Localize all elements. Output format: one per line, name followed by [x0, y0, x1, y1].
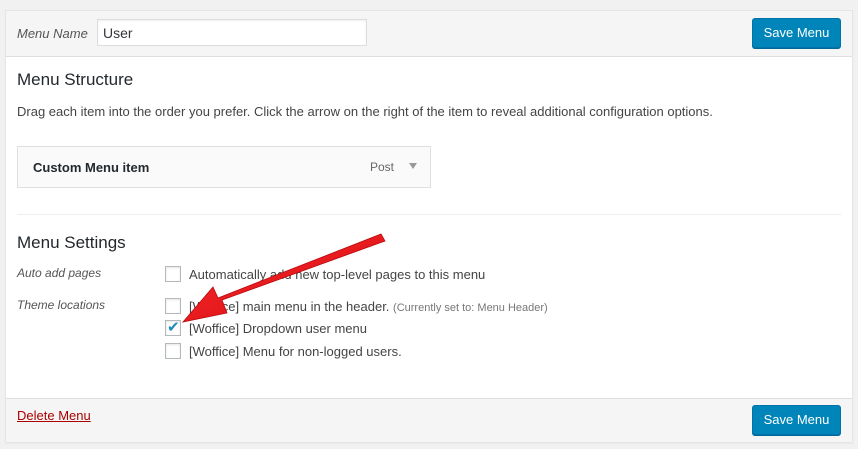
red-pointer-arrow — [181, 233, 386, 323]
annotation-arrow-icon — [181, 233, 386, 323]
